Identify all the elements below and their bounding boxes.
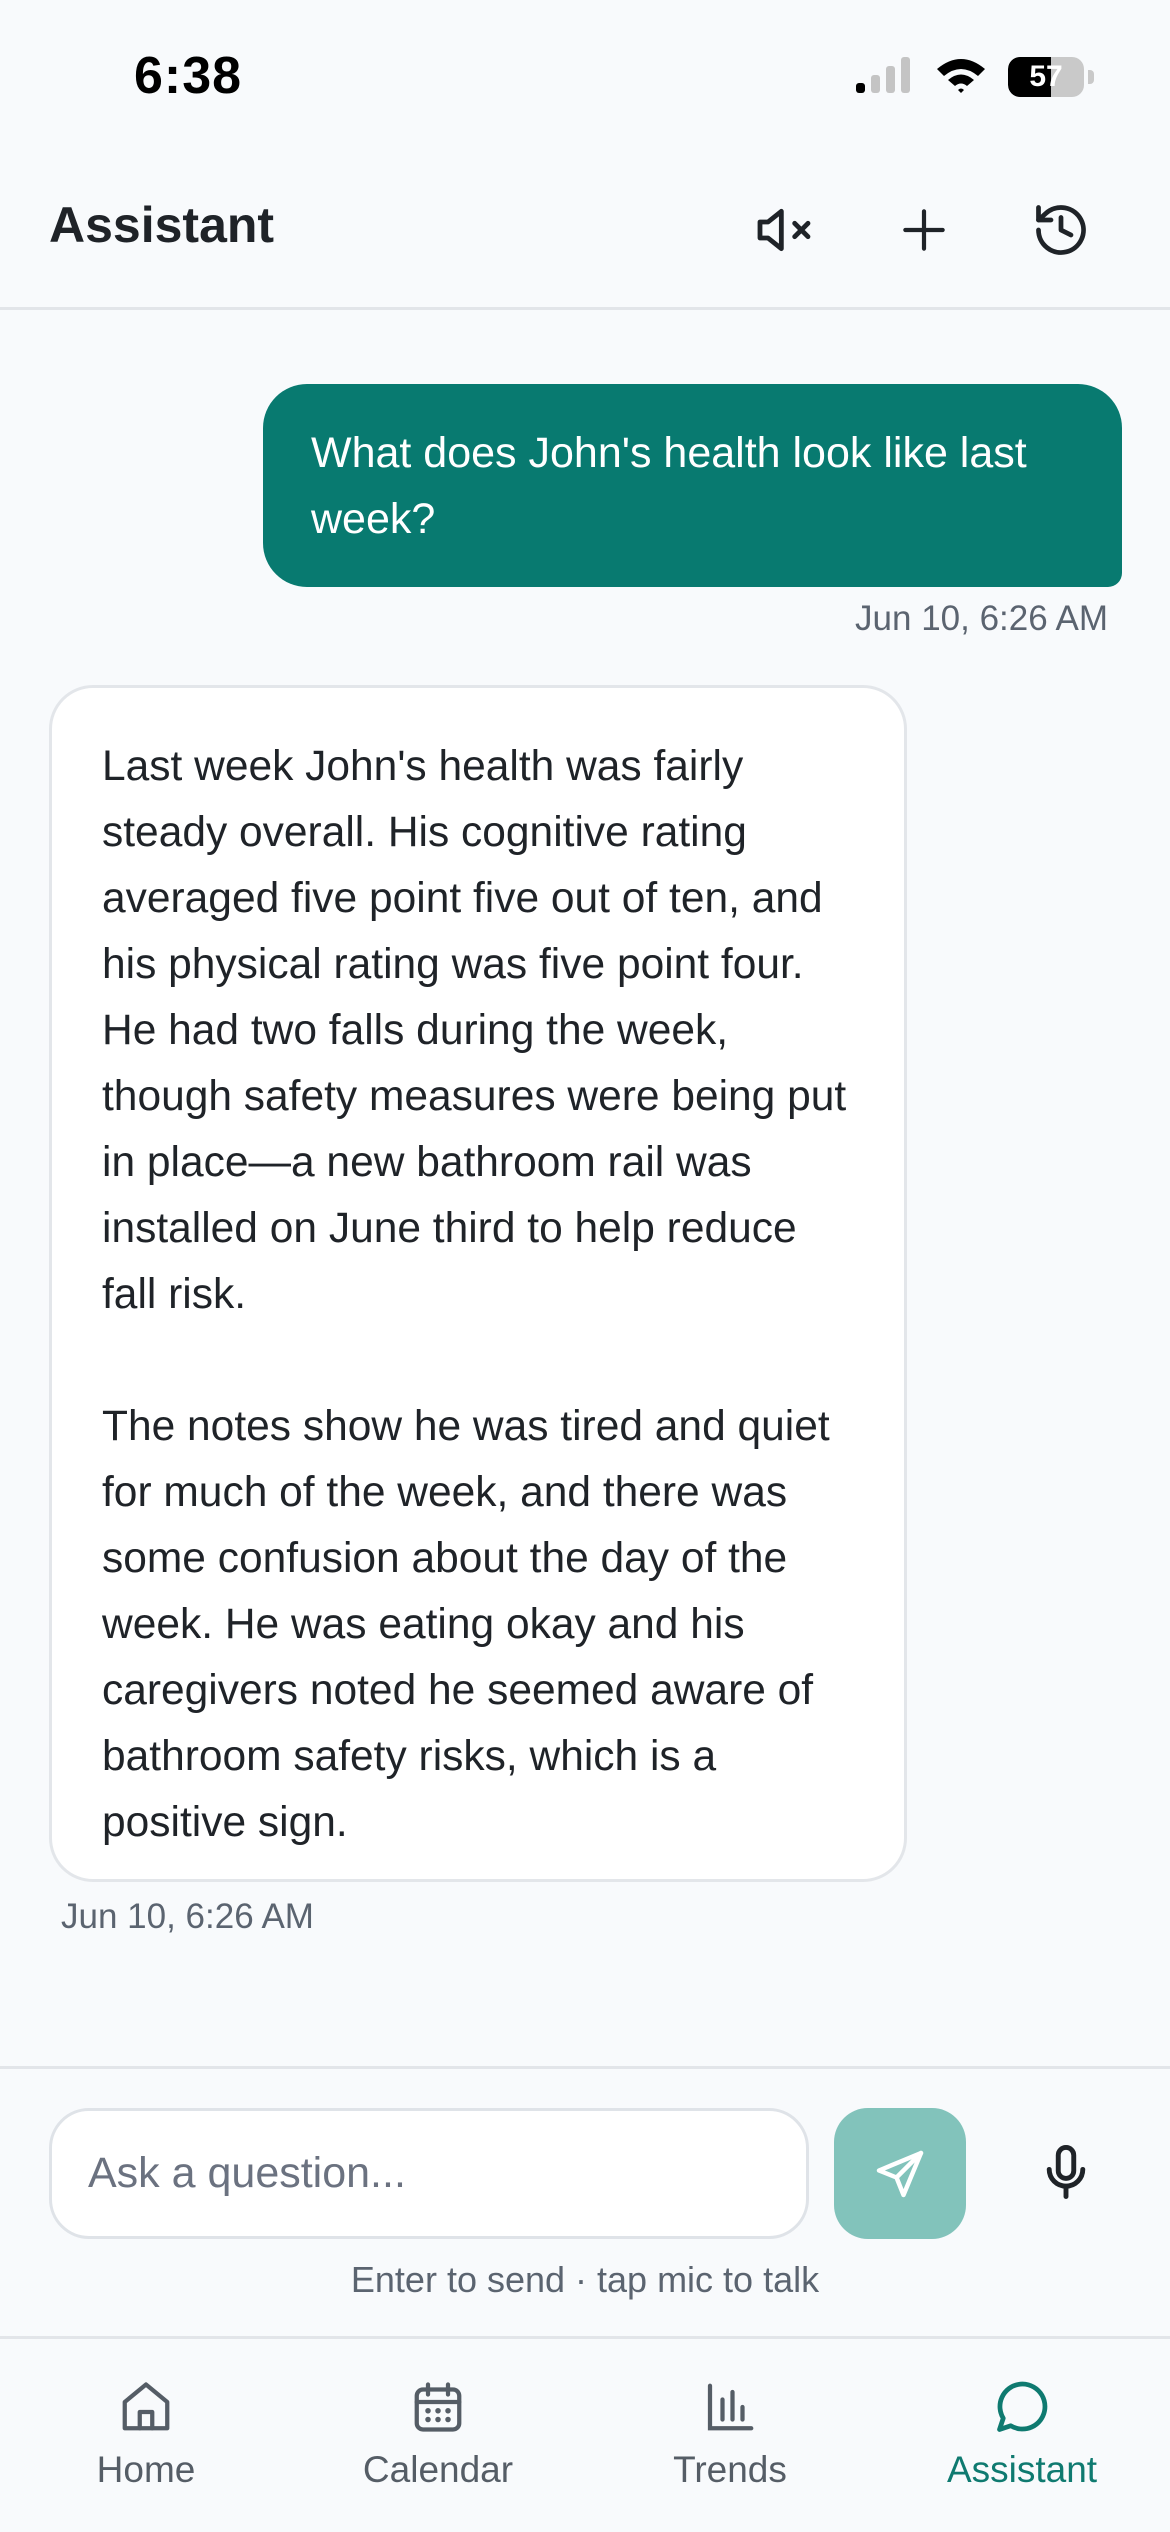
tab-label: Calendar <box>362 2449 514 2490</box>
chat-bubble-icon <box>990 2375 1054 2439</box>
history-icon <box>1036 205 1086 255</box>
composer: Enter to send · tap mic to talk <box>0 2066 1170 2336</box>
tab-home[interactable]: Home <box>0 2339 292 2532</box>
user-message-bubble: What does John's health look like last w… <box>263 384 1122 587</box>
new-chat-button[interactable] <box>884 190 964 270</box>
home-icon <box>114 2375 178 2439</box>
tab-label: Trends <box>673 2449 787 2490</box>
microphone-icon <box>1046 2145 1086 2199</box>
question-input[interactable] <box>49 2108 809 2239</box>
assistant-paragraph: Last week John's health was fairly stead… <box>102 743 847 1318</box>
tab-bar: Home Calendar Trends Assistant <box>0 2336 1170 2532</box>
history-button[interactable] <box>1021 190 1101 270</box>
assistant-message-bubble: Last week John's health was fairly stead… <box>49 685 907 1882</box>
assistant-message-timestamp: Jun 10, 6:26 AM <box>61 1897 314 1936</box>
assistant-screen: 6:38 57 Assistant What does John's healt… <box>0 0 1170 2532</box>
status-time: 6:38 <box>134 47 243 105</box>
cellular-signal-icon <box>854 55 914 100</box>
calendar-icon <box>406 2375 470 2439</box>
mic-button[interactable] <box>1016 2122 1116 2222</box>
battery-tip <box>1088 70 1094 84</box>
tab-assistant[interactable]: Assistant <box>876 2339 1168 2532</box>
wifi-icon <box>934 55 988 100</box>
speaker-muted-icon <box>757 208 811 252</box>
battery-icon: 57 <box>1008 57 1084 97</box>
mute-button[interactable] <box>744 190 824 270</box>
tab-calendar[interactable]: Calendar <box>292 2339 584 2532</box>
status-bar: 6:38 57 <box>0 0 1170 150</box>
plus-icon <box>903 209 945 251</box>
page-title: Assistant <box>49 197 275 253</box>
user-message-timestamp: Jun 10, 6:26 AM <box>855 599 1108 638</box>
tab-label: Home <box>96 2449 196 2490</box>
tab-label: Assistant <box>946 2449 1098 2490</box>
send-icon <box>876 2150 924 2197</box>
battery-percent: 57 <box>1029 60 1063 93</box>
send-button[interactable] <box>834 2108 966 2239</box>
assistant-paragraph: The notes show he was tired and quiet fo… <box>102 1403 830 1846</box>
tab-trends[interactable]: Trends <box>584 2339 876 2532</box>
bar-chart-icon <box>698 2375 762 2439</box>
user-message-text: What does John's health look like last w… <box>311 429 1027 543</box>
composer-hint: Enter to send · tap mic to talk <box>350 2259 820 2300</box>
app-header: Assistant <box>0 150 1170 310</box>
status-icons: 57 <box>854 52 1094 102</box>
